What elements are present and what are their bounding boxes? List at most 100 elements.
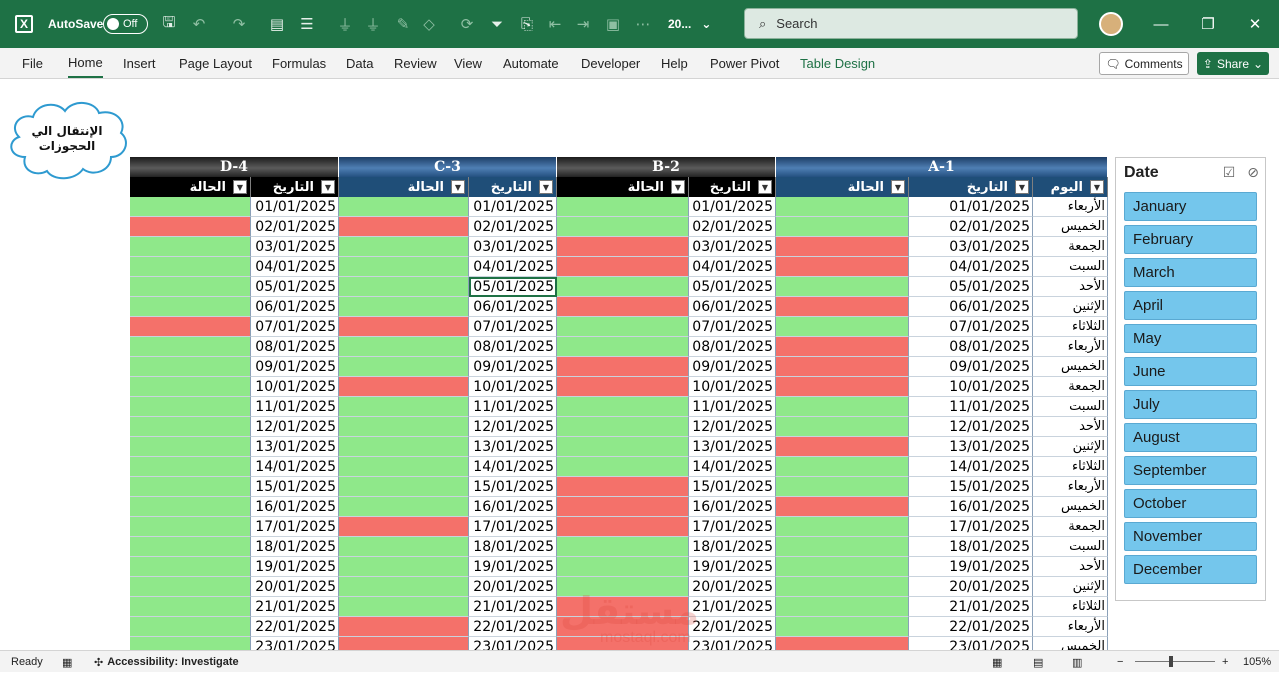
date-cell[interactable]: 02/01/2025	[909, 217, 1033, 237]
date-cell[interactable]: 12/01/2025	[251, 417, 339, 437]
slicer-item-december[interactable]: December	[1124, 555, 1257, 584]
date-cell[interactable]: 17/01/2025	[909, 517, 1033, 537]
date-cell[interactable]: 03/01/2025	[689, 237, 776, 257]
status-cell[interactable]	[557, 197, 689, 217]
date-cell[interactable]: 23/01/2025	[469, 637, 557, 650]
accessibility-status[interactable]: ✣ Accessibility: Investigate	[94, 651, 239, 673]
column-header-status[interactable]: الحالة ▼	[339, 177, 469, 197]
date-cell[interactable]: 07/01/2025	[469, 317, 557, 337]
refresh-icon[interactable]: ⟳	[456, 0, 478, 48]
day-cell[interactable]: الأربعاء	[1033, 337, 1108, 357]
status-cell[interactable]	[339, 557, 469, 577]
date-cell[interactable]: 01/01/2025	[469, 197, 557, 217]
date-cell[interactable]: 13/01/2025	[909, 437, 1033, 457]
status-cell[interactable]	[557, 457, 689, 477]
status-cell[interactable]	[557, 557, 689, 577]
slicer-item-january[interactable]: January	[1124, 192, 1257, 221]
date-cell[interactable]: 19/01/2025	[909, 557, 1033, 577]
filter-icon[interactable]: ⏷	[486, 0, 508, 48]
status-cell[interactable]	[776, 437, 909, 457]
tab-review[interactable]: Review	[394, 48, 437, 79]
status-cell[interactable]	[339, 297, 469, 317]
status-cell[interactable]	[339, 377, 469, 397]
close-button[interactable]: ✕	[1232, 0, 1278, 48]
restore-button[interactable]: ❐	[1185, 0, 1231, 48]
date-cell[interactable]: 12/01/2025	[689, 417, 776, 437]
status-cell[interactable]	[776, 557, 909, 577]
status-cell[interactable]	[339, 237, 469, 257]
date-cell[interactable]: 11/01/2025	[469, 397, 557, 417]
status-cell[interactable]	[339, 637, 469, 650]
date-cell[interactable]: 02/01/2025	[689, 217, 776, 237]
day-cell[interactable]: الأربعاء	[1033, 197, 1108, 217]
column-header-day[interactable]: اليوم ▼	[1033, 177, 1108, 197]
status-cell[interactable]	[130, 377, 251, 397]
day-cell[interactable]: الأربعاء	[1033, 477, 1108, 497]
status-cell[interactable]	[130, 277, 251, 297]
day-cell[interactable]: الثلاثاء	[1033, 597, 1108, 617]
date-cell[interactable]: 07/01/2025	[251, 317, 339, 337]
day-cell[interactable]: الأحد	[1033, 277, 1108, 297]
status-cell[interactable]	[339, 597, 469, 617]
status-cell[interactable]	[776, 617, 909, 637]
day-cell[interactable]: الخميس	[1033, 497, 1108, 517]
day-cell[interactable]: الجمعة	[1033, 237, 1108, 257]
share-button[interactable]: ⇪ Share ⌄	[1197, 52, 1269, 75]
date-cell[interactable]: 18/01/2025	[909, 537, 1033, 557]
cloud-link-text[interactable]: الإنتقال الي الحجوزات	[3, 97, 131, 181]
date-cell[interactable]: 09/01/2025	[909, 357, 1033, 377]
status-cell[interactable]	[776, 237, 909, 257]
status-cell[interactable]	[557, 237, 689, 257]
date-cell[interactable]: 08/01/2025	[251, 337, 339, 357]
status-cell[interactable]	[776, 457, 909, 477]
status-cell[interactable]	[130, 257, 251, 277]
date-cell[interactable]: 09/01/2025	[251, 357, 339, 377]
page-break-view-icon[interactable]: ▥	[1072, 651, 1082, 673]
filter-dropdown-icon[interactable]: ▼	[321, 180, 335, 194]
date-cell[interactable]: 07/01/2025	[689, 317, 776, 337]
tab-help[interactable]: Help	[661, 48, 688, 79]
status-cell[interactable]	[557, 277, 689, 297]
slicer-item-march[interactable]: March	[1124, 258, 1257, 287]
status-cell[interactable]	[339, 357, 469, 377]
column-header-date[interactable]: التاريخ ▼	[469, 177, 557, 197]
date-cell[interactable]: 23/01/2025	[689, 637, 776, 650]
status-cell[interactable]	[776, 597, 909, 617]
status-cell[interactable]	[339, 457, 469, 477]
date-cell[interactable]: 23/01/2025	[909, 637, 1033, 650]
undo-icon[interactable]: ↶	[188, 0, 210, 48]
date-cell[interactable]: 04/01/2025	[689, 257, 776, 277]
status-cell[interactable]	[776, 297, 909, 317]
column-header-status[interactable]: الحالة ▼	[776, 177, 909, 197]
status-cell[interactable]	[557, 537, 689, 557]
date-cell[interactable]: 20/01/2025	[909, 577, 1033, 597]
date-cell[interactable]: 10/01/2025	[251, 377, 339, 397]
date-cell[interactable]: 05/01/2025	[251, 277, 339, 297]
zoom-in-icon[interactable]: +	[1222, 651, 1228, 673]
filter-dropdown-icon[interactable]: ▼	[233, 180, 247, 194]
search-box[interactable]: ⌕ Search	[744, 8, 1078, 39]
date-cell[interactable]: 20/01/2025	[251, 577, 339, 597]
align-icon[interactable]: ☰	[296, 0, 318, 48]
date-cell[interactable]: 04/01/2025	[251, 257, 339, 277]
tab-data[interactable]: Data	[346, 48, 373, 79]
tab-formulas[interactable]: Formulas	[272, 48, 326, 79]
filter-dropdown-icon[interactable]: ▼	[451, 180, 465, 194]
date-cell[interactable]: 15/01/2025	[909, 477, 1033, 497]
macro-icon[interactable]: ▦	[62, 651, 72, 673]
date-cell[interactable]: 21/01/2025	[689, 597, 776, 617]
date-cell[interactable]: 16/01/2025	[909, 497, 1033, 517]
image-icon[interactable]: ▣	[602, 0, 624, 48]
date-cell[interactable]: 15/01/2025	[251, 477, 339, 497]
status-cell[interactable]	[339, 417, 469, 437]
column-header-date[interactable]: التاريخ ▼	[689, 177, 776, 197]
status-cell[interactable]	[130, 437, 251, 457]
status-cell[interactable]	[557, 517, 689, 537]
date-cell[interactable]: 10/01/2025	[689, 377, 776, 397]
status-cell[interactable]	[130, 597, 251, 617]
status-cell[interactable]	[557, 357, 689, 377]
day-cell[interactable]: الثلاثاء	[1033, 457, 1108, 477]
form-icon[interactable]: ▤	[266, 0, 288, 48]
day-cell[interactable]: الإثنين	[1033, 577, 1108, 597]
tab-page-layout[interactable]: Page Layout	[179, 48, 252, 79]
